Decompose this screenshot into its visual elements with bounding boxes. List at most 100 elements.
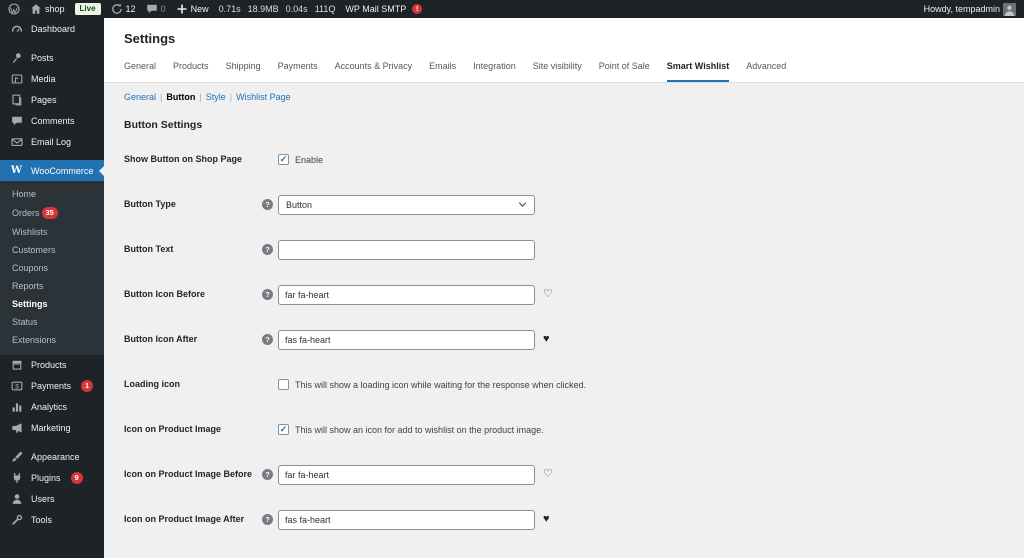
wrench-icon [10, 514, 23, 527]
submenu-item-label: Customers [12, 245, 56, 255]
sidebar-item-label: Plugins [31, 473, 61, 483]
sidebar-item-users[interactable]: Users [0, 489, 104, 510]
help-tip-icon[interactable]: ? [262, 244, 273, 255]
tab-smart-wishlist[interactable]: Smart Wishlist [667, 61, 729, 82]
new-menu[interactable]: New [176, 3, 209, 15]
input-icon-on-product-image-after[interactable] [278, 510, 535, 530]
help-tip-icon[interactable]: ? [262, 469, 273, 480]
setting-row-icon-on-product-image-after: Icon on Product Image After?♥ [124, 497, 1004, 542]
setting-row-button-icon-before: Button Icon Before?♡ [124, 272, 1004, 317]
sidebar-item-appearance[interactable]: Appearance [0, 447, 104, 468]
admin-bar-left: shop Live 12 0 New 0.71s18.9MB0.04s111Q … [8, 3, 924, 15]
account-menu[interactable]: Howdy, tempadmin [924, 3, 1016, 16]
subnav-separator: | [160, 92, 162, 102]
wordpress-menu[interactable] [8, 3, 20, 15]
menu-separator [0, 439, 104, 447]
submenu-item-label: Extensions [12, 335, 56, 345]
tab-shipping[interactable]: Shipping [226, 61, 261, 82]
help-tip-icon[interactable]: ? [262, 514, 273, 525]
main-content: Settings GeneralProductsShippingPayments… [104, 18, 1024, 558]
subnav-link-wishlist-page[interactable]: Wishlist Page [236, 92, 291, 102]
input-button-icon-before[interactable] [278, 285, 535, 305]
subnav-link-general[interactable]: General [124, 92, 156, 102]
pin-icon [10, 51, 23, 64]
help-tip-icon[interactable]: ? [262, 199, 273, 210]
subnav-separator: | [199, 92, 201, 102]
sidebar-item-pages[interactable]: Pages [0, 89, 104, 110]
perf-stat: 0.71s [219, 4, 241, 14]
setting-row-button-type: Button Type?Button [124, 182, 1004, 227]
setting-label: Button Text [124, 244, 262, 255]
wp-mail-smtp-badge: ! [412, 4, 422, 14]
help-cell: ? [262, 244, 278, 255]
help-cell: ? [262, 514, 278, 525]
settings-rows: Show Button on Shop Page✓EnableButton Ty… [124, 137, 1004, 542]
sidebar-item-payments[interactable]: $Payments1 [0, 376, 104, 397]
tab-payments[interactable]: Payments [278, 61, 318, 82]
brush-icon [10, 451, 23, 464]
admin-sidebar: Dashboard PostsMediaPagesCommentsEmail Lo… [0, 18, 104, 558]
sidebar-item-woocommerce[interactable]: W WooCommerce [0, 160, 104, 181]
submenu-item-customers[interactable]: Customers [0, 241, 104, 259]
checkbox-icon-on-product-image[interactable]: ✓ [278, 424, 289, 435]
sidebar-item-email-log[interactable]: Email Log [0, 131, 104, 152]
submenu-item-reports[interactable]: Reports [0, 277, 104, 295]
submenu-item-home[interactable]: Home [0, 185, 104, 203]
tab-advanced[interactable]: Advanced [746, 61, 786, 82]
admin-bar: shop Live 12 0 New 0.71s18.9MB0.04s111Q … [0, 0, 1024, 18]
howdy-text: Howdy, tempadmin [924, 4, 1000, 14]
sidebar-item-posts[interactable]: Posts [0, 47, 104, 68]
sidebar-item-comments[interactable]: Comments [0, 110, 104, 131]
performance-stats: 0.71s18.9MB0.04s111Q [219, 4, 336, 14]
sidebar-item-plugins[interactable]: Plugins9 [0, 468, 104, 489]
setting-row-icon-on-product-image-before: Icon on Product Image Before? ♡ [124, 452, 1004, 497]
checkbox-loading-icon[interactable] [278, 379, 289, 390]
submenu-item-status[interactable]: Status [0, 313, 104, 331]
count-badge: 35 [42, 207, 58, 219]
help-tip-icon[interactable]: ? [262, 334, 273, 345]
updates-menu[interactable]: 12 [111, 3, 136, 15]
submenu-item-extensions[interactable]: Extensions [0, 331, 104, 349]
setting-label: Icon on Product Image Before [124, 469, 262, 480]
help-tip-icon[interactable]: ? [262, 289, 273, 300]
sidebar-item-tools[interactable]: Tools [0, 510, 104, 531]
select-button-type[interactable]: Button [278, 195, 535, 215]
input-icon-on-product-image-before[interactable] [278, 465, 535, 485]
media-icon [10, 72, 23, 85]
sidebar-item-analytics[interactable]: Analytics [0, 397, 104, 418]
sidebar-item-label: WooCommerce [31, 166, 93, 176]
submenu-item-coupons[interactable]: Coupons [0, 259, 104, 277]
input-button-text[interactable] [278, 240, 535, 260]
subnav-link-style[interactable]: Style [206, 92, 226, 102]
submenu-item-orders[interactable]: Orders35 [0, 203, 104, 223]
submenu-item-settings[interactable]: Settings [0, 295, 104, 313]
tab-products[interactable]: Products [173, 61, 209, 82]
wp-mail-smtp-menu[interactable]: WP Mail SMTP ! [345, 4, 422, 14]
input-button-icon-after[interactable] [278, 330, 535, 350]
tab-general[interactable]: General [124, 61, 156, 82]
submenu-item-wishlists[interactable]: Wishlists [0, 223, 104, 241]
setting-row-button-text: Button Text? [124, 227, 1004, 272]
comment-icon [10, 114, 23, 127]
dashboard-icon [10, 22, 23, 35]
site-link[interactable]: shop [30, 3, 65, 15]
tab-point-of-sale[interactable]: Point of Sale [599, 61, 650, 82]
sidebar-item-products[interactable]: Products [0, 355, 104, 376]
sidebar-item-label: Marketing [31, 423, 71, 433]
tab-integration[interactable]: Integration [473, 61, 516, 82]
sidebar-item-media[interactable]: Media [0, 68, 104, 89]
settings-body: General|Button|Style|Wishlist Page Butto… [104, 83, 1024, 542]
submenu-item-label: Home [12, 189, 36, 199]
setting-control: ♡ [278, 465, 553, 485]
tab-site-visibility[interactable]: Site visibility [533, 61, 582, 82]
checkbox-show-button-on-shop-page[interactable]: ✓ [278, 154, 289, 165]
sidebar-item-marketing[interactable]: Marketing [0, 418, 104, 439]
sidebar-item-dashboard[interactable]: Dashboard [0, 18, 104, 39]
comments-menu[interactable]: 0 [146, 3, 166, 15]
setting-control: ♥ [278, 330, 550, 350]
tab-emails[interactable]: Emails [429, 61, 456, 82]
woocommerce-icon: W [10, 164, 23, 177]
setting-label: Icon on Product Image After [124, 514, 262, 525]
tab-accounts-privacy[interactable]: Accounts & Privacy [335, 61, 413, 82]
admin-bar-right: Howdy, tempadmin [924, 3, 1016, 16]
